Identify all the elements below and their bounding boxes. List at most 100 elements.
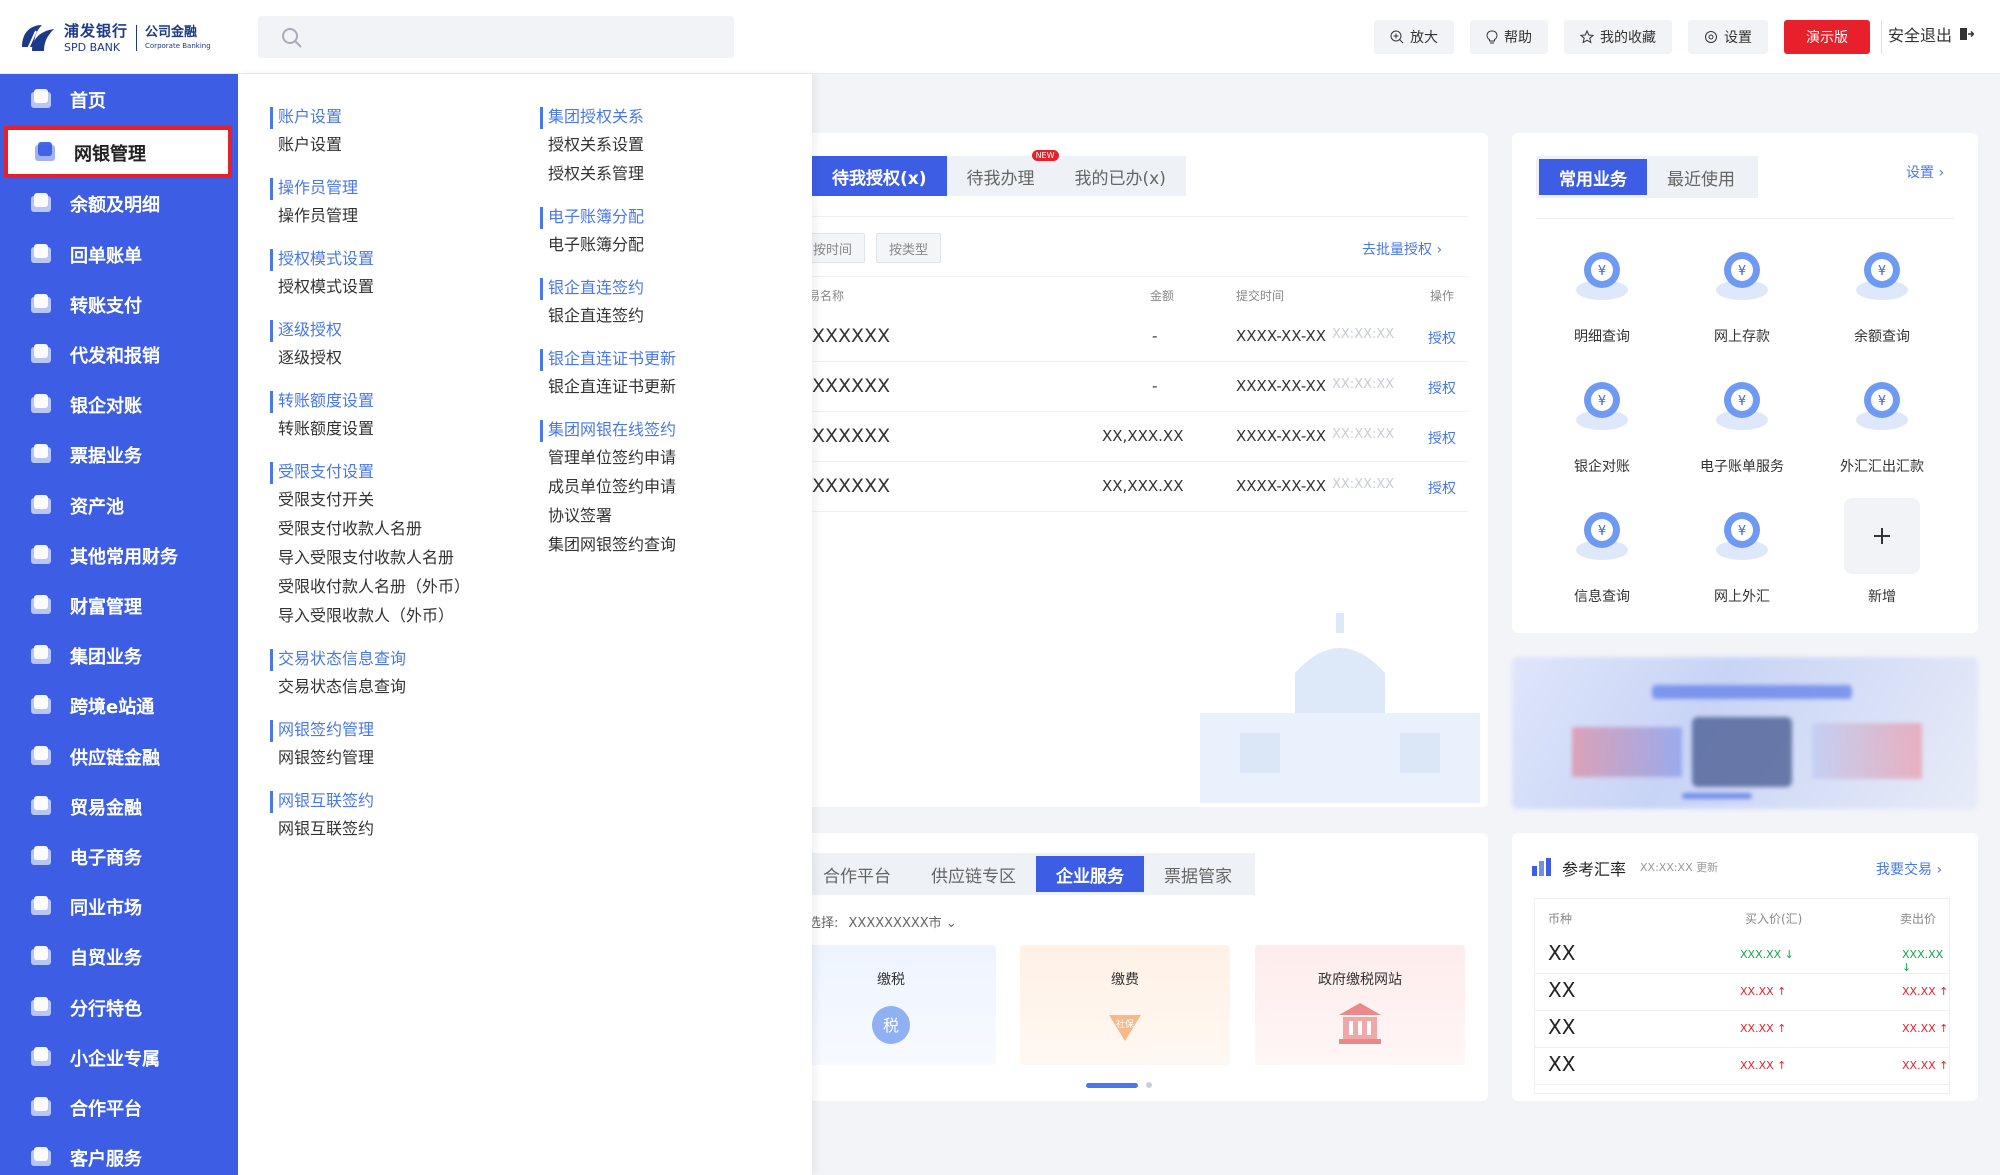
menu-link[interactable]: 受限支付开关 bbox=[270, 485, 470, 514]
sidebar-item-11[interactable]: 集团业务 bbox=[0, 630, 238, 680]
sidebar-item-10[interactable]: 财富管理 bbox=[0, 580, 238, 630]
rate-sell: XX.XX ↑ bbox=[1902, 1059, 1948, 1072]
promo-banner[interactable] bbox=[1512, 657, 1978, 809]
sidebar-item-4[interactable]: 转账支付 bbox=[0, 279, 238, 329]
authorize-link[interactable]: 授权 bbox=[1428, 328, 1456, 348]
menu-group: 电子账簿分配 电子账簿分配 bbox=[540, 204, 676, 259]
table-row[interactable]: XXXXXX XX,XXX.XX XXXX-XX-XX XX:XX:XX 授权 bbox=[812, 462, 1468, 512]
zoom-button[interactable]: 放大 bbox=[1374, 20, 1454, 54]
favorites-button[interactable]: 我的收藏 bbox=[1564, 20, 1672, 54]
tab-bill-manager[interactable]: 票据管家 bbox=[1144, 856, 1252, 892]
menu-link[interactable]: 交易状态信息查询 bbox=[270, 672, 470, 701]
authorize-link[interactable]: 授权 bbox=[1428, 378, 1456, 398]
biz-item[interactable]: ¥ 网上存款 bbox=[1682, 238, 1802, 346]
biz-item[interactable]: 新增 bbox=[1822, 498, 1942, 606]
sidebar-item-1[interactable]: 网银管理 bbox=[4, 126, 232, 179]
menu-link[interactable]: 电子账簿分配 bbox=[540, 230, 676, 259]
tab-done[interactable]: 我的已办(x) bbox=[1054, 156, 1186, 196]
menu-link[interactable]: 成员单位签约申请 bbox=[540, 472, 676, 501]
biz-item[interactable]: ¥ 银企对账 bbox=[1542, 368, 1662, 476]
sidebar-item-20[interactable]: 合作平台 bbox=[0, 1082, 238, 1132]
sidebar-item-15[interactable]: 电子商务 bbox=[0, 831, 238, 881]
sidebar-item-16[interactable]: 同业市场 bbox=[0, 881, 238, 931]
svg-text:¥: ¥ bbox=[1738, 394, 1746, 409]
tab-common-business[interactable]: 常用业务 bbox=[1539, 159, 1647, 195]
sidebar-item-19[interactable]: 小企业专属 bbox=[0, 1032, 238, 1082]
authorize-link[interactable]: 授权 bbox=[1428, 428, 1456, 448]
menu-link[interactable]: 授权关系管理 bbox=[540, 159, 676, 188]
settings-button[interactable]: 设置 bbox=[1688, 20, 1768, 54]
biz-item[interactable]: ¥ 外汇汇出汇款 bbox=[1822, 368, 1942, 476]
menu-link[interactable]: 银企直连证书更新 bbox=[540, 372, 676, 401]
chain-icon bbox=[31, 745, 51, 765]
table-row[interactable]: XXXXXX XX,XXX.XX XXXX-XX-XX XX:XX:XX 授权 bbox=[812, 412, 1468, 462]
sidebar-item-17[interactable]: 自贸业务 bbox=[0, 931, 238, 981]
tab-enterprise-service[interactable]: 企业服务 bbox=[1036, 856, 1144, 892]
filter-by-type[interactable]: 按类型 bbox=[876, 233, 942, 263]
sidebar-item-3[interactable]: 回单账单 bbox=[0, 229, 238, 279]
tab-pending-handle[interactable]: 待我办理 NEW bbox=[946, 150, 1059, 196]
menu-group: 银企直连证书更新 银企直连证书更新 bbox=[540, 346, 676, 401]
sidebar-item-18[interactable]: 分行特色 bbox=[0, 982, 238, 1032]
mega-menu-column-2: 集团授权关系 授权关系设置 授权关系管理 电子账簿分配 电子账簿分配 银企直连签约 银企直连… bbox=[540, 104, 676, 575]
biz-item[interactable]: ¥ 网上外汇 bbox=[1682, 498, 1802, 606]
gov-tax-site-card[interactable]: 政府缴税网站 bbox=[1255, 945, 1465, 1065]
menu-link[interactable]: 逐级授权 bbox=[270, 343, 470, 372]
sidebar-item-21[interactable]: 客户服务 bbox=[0, 1132, 238, 1175]
menu-link[interactable]: 操作员管理 bbox=[270, 201, 470, 230]
common-settings-link[interactable]: 设置 › bbox=[1906, 162, 1944, 182]
logout-button[interactable]: 安全退出 bbox=[1888, 22, 1974, 46]
fee-card[interactable]: 缴费 社保 bbox=[1020, 945, 1230, 1065]
tab-supply-chain[interactable]: 供应链专区 bbox=[911, 856, 1036, 892]
sidebar-item-7[interactable]: 票据业务 bbox=[0, 429, 238, 479]
biz-item[interactable]: ¥ 明细查询 bbox=[1542, 238, 1662, 346]
menu-link[interactable]: 管理单位签约申请 bbox=[540, 443, 676, 472]
menu-link[interactable]: 集团网银签约查询 bbox=[540, 530, 676, 559]
menu-link[interactable]: 受限收付款人名册（外币） bbox=[270, 572, 470, 601]
tab-pending-authorization[interactable]: 待我授权(x) bbox=[812, 156, 947, 196]
sidebar-item-14[interactable]: 贸易金融 bbox=[0, 781, 238, 831]
menu-link[interactable]: 网银签约管理 bbox=[270, 743, 470, 772]
tab-partner-platform[interactable]: 合作平台 bbox=[803, 856, 911, 892]
batch-authorize-link[interactable]: 去批量授权 › bbox=[1362, 239, 1442, 259]
sidebar-item-0[interactable]: 首页 bbox=[0, 74, 238, 124]
menu-link[interactable]: 授权关系设置 bbox=[540, 130, 676, 159]
menu-link[interactable]: 网银互联签约 bbox=[270, 814, 470, 843]
menu-link[interactable]: 导入受限支付收款人名册 bbox=[270, 543, 470, 572]
sidebar-item-6[interactable]: 银企对账 bbox=[0, 379, 238, 429]
sidebar-item-2[interactable]: 余额及明细 bbox=[0, 178, 238, 228]
tab-recent-use[interactable]: 最近使用 bbox=[1647, 159, 1755, 195]
menu-link[interactable]: 授权模式设置 bbox=[270, 272, 470, 301]
table-row[interactable]: XXXXXX - XXXX-XX-XX XX:XX:XX 授权 bbox=[812, 362, 1468, 412]
biz-item[interactable]: ¥ 余额查询 bbox=[1822, 238, 1942, 346]
spd-bank-logo[interactable]: 浦发银行 SPD BANK 公司金融 Corporate Banking bbox=[18, 18, 211, 58]
info-query-icon: ¥ bbox=[1564, 498, 1640, 574]
rate-col-buy: 买入价(汇) bbox=[1745, 912, 1803, 926]
fee-card-label: 缴费 bbox=[1111, 972, 1139, 988]
chevron-right-icon: › bbox=[1936, 862, 1943, 878]
sidebar-item-5[interactable]: 代发和报销 bbox=[0, 329, 238, 379]
sidebar-item-9[interactable]: 其他常用财务 bbox=[0, 530, 238, 580]
carousel-dots[interactable] bbox=[1086, 1082, 1152, 1088]
menu-link[interactable]: 协议签署 bbox=[540, 501, 676, 530]
biz-item[interactable]: ¥ 电子账单服务 bbox=[1682, 368, 1802, 476]
trade-icon bbox=[31, 795, 51, 815]
biz-item[interactable]: ¥ 信息查询 bbox=[1542, 498, 1662, 606]
menu-link[interactable]: 导入受限收款人（外币） bbox=[270, 601, 470, 630]
menu-link[interactable]: 受限支付收款人名册 bbox=[270, 514, 470, 543]
search-input[interactable] bbox=[258, 16, 734, 58]
sidebar-item-12[interactable]: 跨境e站通 bbox=[0, 680, 238, 730]
sidebar-item-13[interactable]: 供应链金融 bbox=[0, 731, 238, 781]
menu-link[interactable]: 银企直连签约 bbox=[540, 301, 676, 330]
sidebar-item-8[interactable]: 资产池 bbox=[0, 480, 238, 530]
rate-row: XX XXX.XX ↓ XXX.XX ↓ bbox=[1534, 937, 1950, 974]
city-select[interactable]: 选择: XXXXXXXXX市 ⌄ bbox=[808, 912, 957, 931]
menu-link[interactable]: 转账额度设置 bbox=[270, 414, 470, 443]
authorize-link[interactable]: 授权 bbox=[1428, 478, 1456, 498]
table-row[interactable]: XXXXXX - XXXX-XX-XX XX:XX:XX 授权 bbox=[812, 312, 1468, 362]
trade-link[interactable]: 我要交易 › bbox=[1876, 859, 1942, 879]
demo-version-button[interactable]: 演示版 bbox=[1784, 20, 1870, 54]
tax-card[interactable]: 缴税 税 bbox=[786, 945, 996, 1065]
menu-link[interactable]: 账户设置 bbox=[270, 130, 470, 159]
help-button[interactable]: 帮助 bbox=[1470, 20, 1548, 54]
